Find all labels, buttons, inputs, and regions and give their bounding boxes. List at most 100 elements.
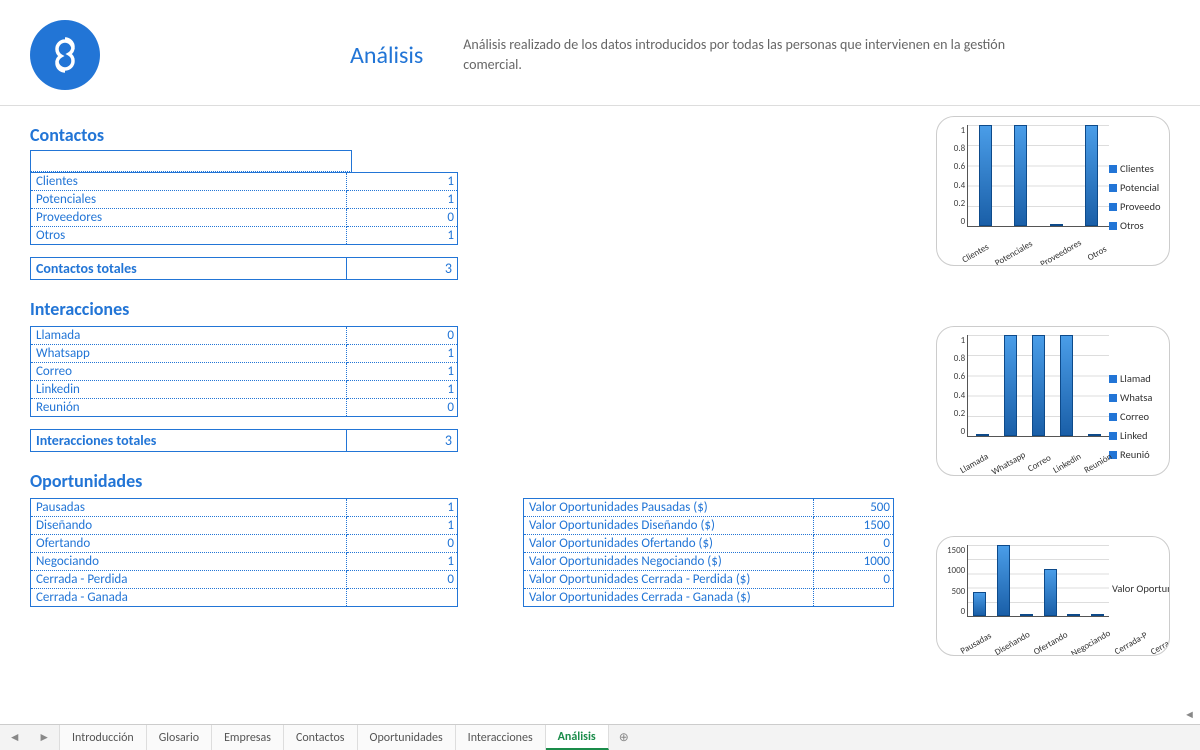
chart-bar <box>976 434 989 436</box>
row-label[interactable]: Llamada <box>31 327 347 345</box>
contactos-total: Contactos totales3 <box>30 257 458 280</box>
row-value[interactable]: 1 <box>347 499 458 517</box>
row-label[interactable]: Valor Oportunidades Cerrada - Perdida ($… <box>524 571 814 589</box>
row-value[interactable]: 1 <box>347 363 458 381</box>
total-value: 3 <box>347 258 458 280</box>
chart-bar <box>1088 434 1101 436</box>
interacciones-total: Interacciones totales3 <box>30 429 458 452</box>
row-value[interactable]: 1 <box>347 191 458 209</box>
row-value[interactable]: 0 <box>814 571 894 589</box>
row-value[interactable]: 1500 <box>814 517 894 535</box>
chart-bar <box>1067 614 1080 616</box>
tab-prev-icon[interactable]: ◄ <box>9 730 21 745</box>
row-label[interactable]: Valor Oportunidades Ofertando ($) <box>524 535 814 553</box>
page-subtitle: Análisis realizado de los datos introduc… <box>463 35 1023 74</box>
legend-item: Whatsa <box>1109 389 1169 408</box>
row-value[interactable]: 1 <box>347 517 458 535</box>
sheet-tab[interactable]: Glosario <box>147 725 212 750</box>
row-value[interactable]: 0 <box>347 535 458 553</box>
chart-bar <box>1050 224 1063 226</box>
chart-bar <box>1060 335 1073 436</box>
legend-item: Llamad <box>1109 370 1169 389</box>
legend-item: Correo <box>1109 408 1169 427</box>
oportunidades-count-table: Pausadas1Diseñando1Ofertando0Negociando1… <box>30 498 458 607</box>
row-value[interactable]: 1 <box>347 345 458 363</box>
page-title: Análisis <box>350 41 423 70</box>
chart-bar <box>973 592 986 616</box>
header: Análisis Análisis realizado de los datos… <box>0 0 1200 105</box>
row-value[interactable]: 1 <box>347 381 458 399</box>
row-label[interactable]: Linkedin <box>31 381 347 399</box>
row-value[interactable]: 0 <box>347 209 458 227</box>
legend-item: Reunió <box>1109 446 1169 465</box>
chart-bar <box>1085 125 1098 226</box>
total-value: 3 <box>347 430 458 452</box>
legend-item: Valor Oportunida Pausadas <box>1109 580 1169 599</box>
row-label[interactable]: Valor Oportunidades Cerrada - Ganada ($) <box>524 589 814 607</box>
scroll-left-icon[interactable]: ◄ <box>1184 708 1198 722</box>
add-sheet-button[interactable]: ⊕ <box>609 725 639 750</box>
total-label: Contactos totales <box>31 258 347 280</box>
row-value[interactable]: 0 <box>814 535 894 553</box>
tab-nav-controls[interactable]: ◄ ► <box>0 725 60 750</box>
chart-bar <box>1044 569 1057 616</box>
row-value[interactable] <box>814 589 894 607</box>
row-label[interactable]: Clientes <box>31 173 347 191</box>
chart-bar <box>1032 335 1045 436</box>
section-title-interacciones: Interacciones <box>30 298 926 320</box>
row-value[interactable]: 0 <box>347 327 458 345</box>
row-label[interactable]: Diseñando <box>31 517 347 535</box>
row-value[interactable]: 1000 <box>814 553 894 571</box>
row-label[interactable]: Valor Oportunidades Negociando ($) <box>524 553 814 571</box>
row-value[interactable]: 0 <box>347 399 458 417</box>
section-title-contactos: Contactos <box>30 124 926 146</box>
row-label[interactable]: Cerrada - Ganada <box>31 589 347 607</box>
legend-item: Linked <box>1109 427 1169 446</box>
row-label[interactable]: Potenciales <box>31 191 347 209</box>
chart-2: 150010005000Valor Oportunida PausadasPau… <box>936 536 1170 656</box>
chart-bar <box>1004 335 1017 436</box>
interacciones-table: Llamada0Whatsapp1Correo1Linkedin1Reunión… <box>30 326 458 417</box>
selected-cell[interactable] <box>30 150 352 172</box>
row-value[interactable]: 1 <box>347 553 458 571</box>
row-label[interactable]: Negociando <box>31 553 347 571</box>
row-label[interactable]: Pausadas <box>31 499 347 517</box>
sheet-tab[interactable]: Contactos <box>284 725 358 750</box>
legend-item: Clientes <box>1109 160 1169 179</box>
sheet-tab[interactable]: Análisis <box>546 725 609 750</box>
row-label[interactable]: Valor Oportunidades Diseñando ($) <box>524 517 814 535</box>
row-label[interactable]: Proveedores <box>31 209 347 227</box>
chart-bar <box>997 545 1010 616</box>
row-value[interactable]: 1 <box>347 173 458 191</box>
chart-bar <box>1014 125 1027 226</box>
section-title-oportunidades: Oportunidades <box>30 470 926 492</box>
contactos-table: Clientes1Potenciales1Proveedores0Otros1 <box>30 172 458 245</box>
row-value[interactable]: 500 <box>814 499 894 517</box>
sheet-tab[interactable]: Introducción <box>60 725 147 750</box>
legend-item: Otros <box>1109 217 1169 236</box>
row-value[interactable]: 0 <box>347 571 458 589</box>
row-label[interactable]: Cerrada - Perdida <box>31 571 347 589</box>
row-label[interactable]: Whatsapp <box>31 345 347 363</box>
row-label[interactable]: Otros <box>31 227 347 245</box>
chart-0: 10.80.60.40.20ClientesPotencialProveedoO… <box>936 116 1170 266</box>
row-label[interactable]: Correo <box>31 363 347 381</box>
chart-bar <box>1020 614 1033 616</box>
sheet-tab[interactable]: Empresas <box>212 725 284 750</box>
sheet-tab[interactable]: Interacciones <box>456 725 546 750</box>
sheet-tab[interactable]: Oportunidades <box>358 725 456 750</box>
legend-item: Potencial <box>1109 179 1169 198</box>
chart-bar <box>979 125 992 226</box>
app-logo <box>30 20 100 90</box>
legend-item: Proveedo <box>1109 198 1169 217</box>
tab-next-icon[interactable]: ► <box>38 730 50 745</box>
chart-1: 10.80.60.40.20LlamadWhatsaCorreoLinkedRe… <box>936 326 1170 476</box>
row-value[interactable]: 1 <box>347 227 458 245</box>
total-label: Interacciones totales <box>31 430 347 452</box>
oportunidades-valor-table: Valor Oportunidades Pausadas ($)500Valor… <box>523 498 894 607</box>
row-label[interactable]: Reunión <box>31 399 347 417</box>
sheet-tabs-bar: ◄ ► IntroducciónGlosarioEmpresasContacto… <box>0 724 1200 750</box>
row-label[interactable]: Ofertando <box>31 535 347 553</box>
row-value[interactable] <box>347 589 458 607</box>
row-label[interactable]: Valor Oportunidades Pausadas ($) <box>524 499 814 517</box>
